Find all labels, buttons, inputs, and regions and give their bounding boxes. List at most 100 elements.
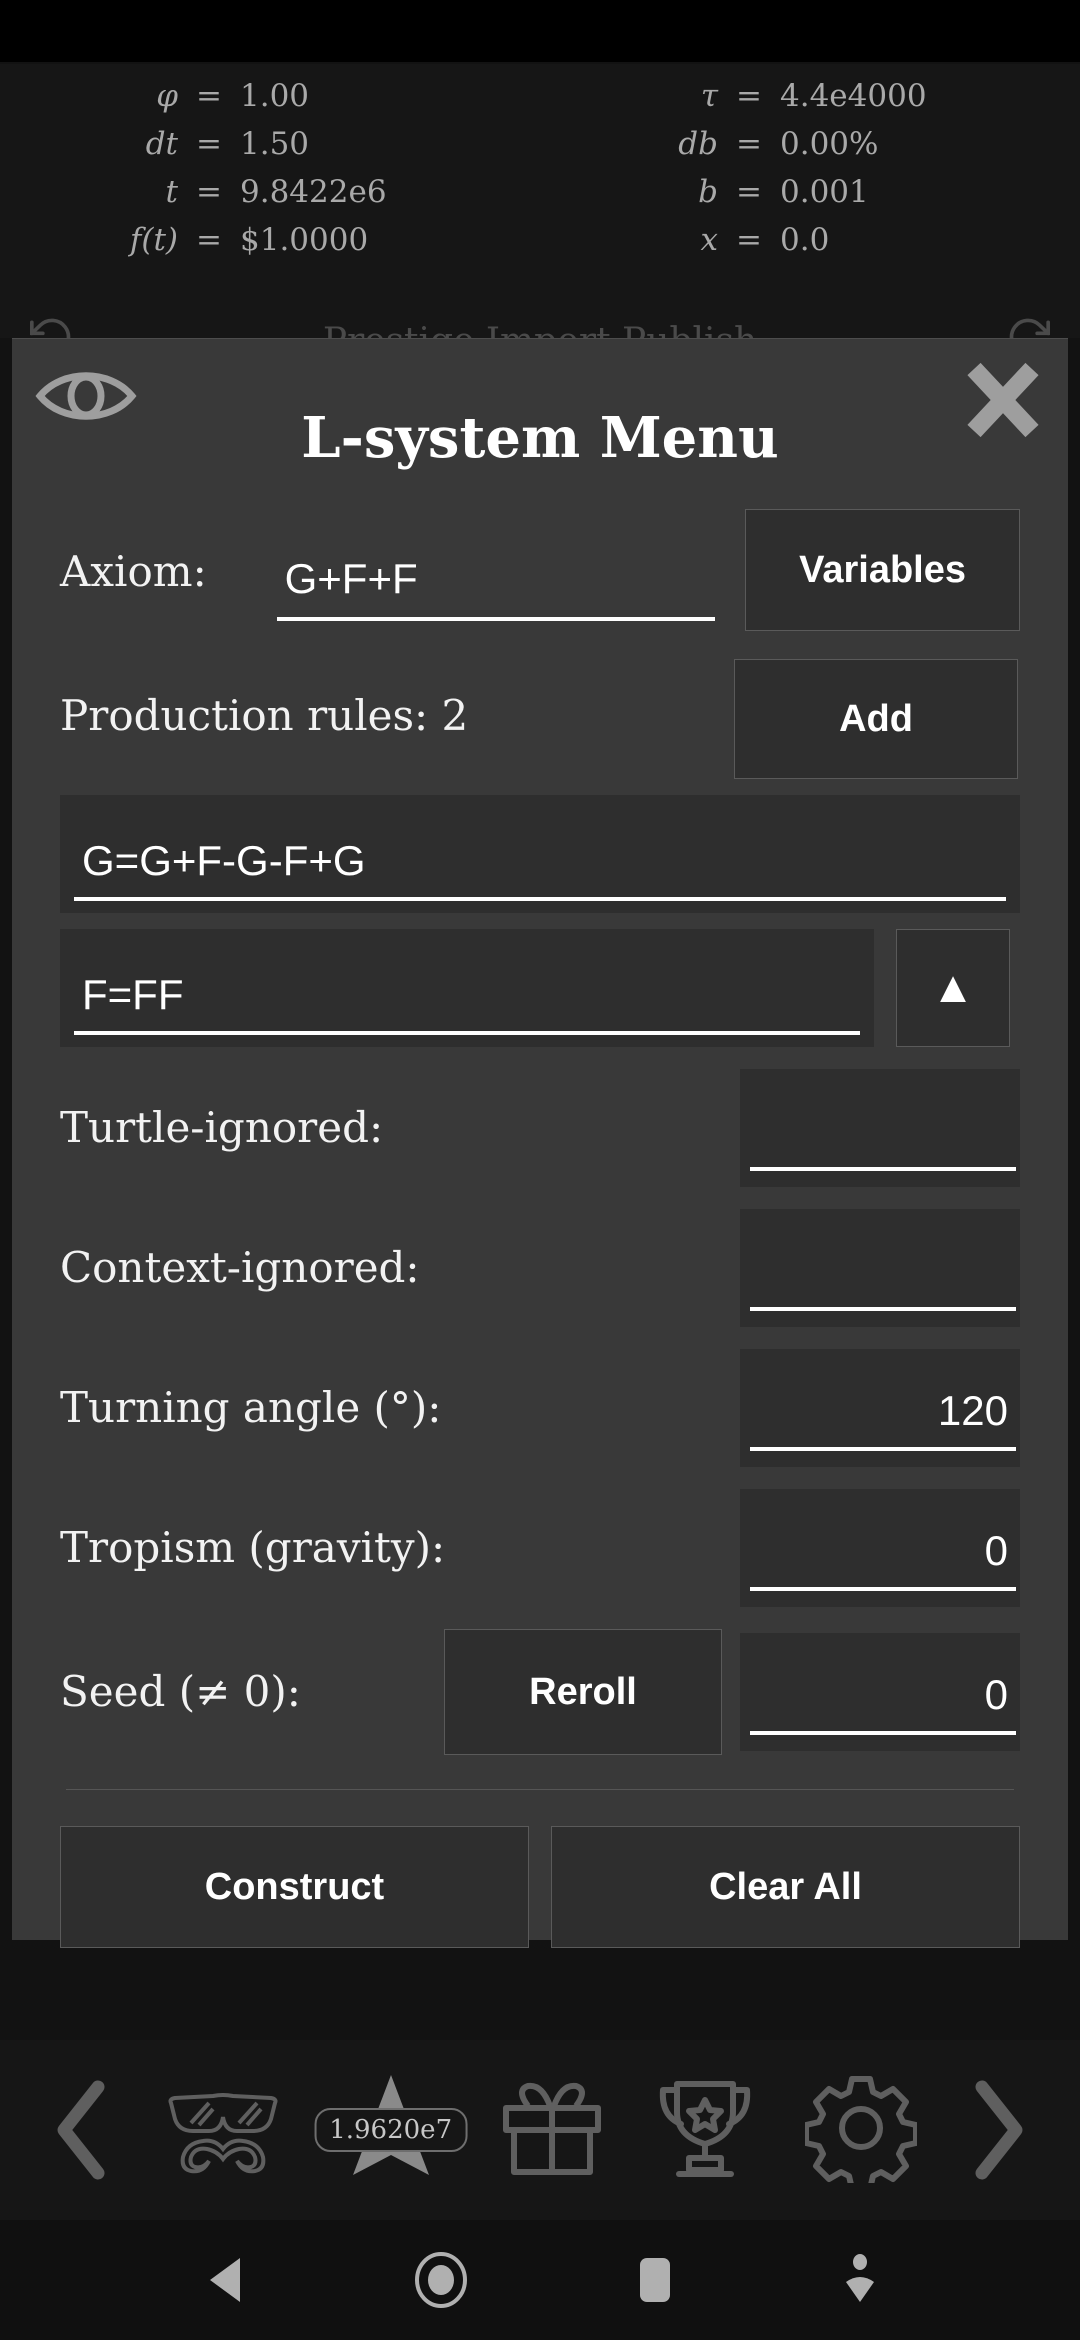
nav-prev-button[interactable] <box>46 2075 116 2185</box>
rule-field-wrap <box>60 795 1020 913</box>
dialog-actions: Construct Clear All <box>60 1826 1020 1948</box>
stat-value: 0.0 <box>780 222 830 258</box>
stats-strip: φ = 1.00 dt = 1.50 t = 9.8422e6 f(t) = $… <box>0 64 1080 310</box>
lsystem-menu-dialog: L-system Menu Axiom: Variables Productio… <box>12 338 1068 1948</box>
stat-key: db <box>678 126 718 162</box>
turtle-ignored-label: Turtle-ignored: <box>60 1103 384 1152</box>
seed-row: Seed (≠ 0): Reroll <box>60 1629 1020 1755</box>
glasses-mustache-icon <box>163 2073 283 2188</box>
stat-equals: = <box>736 222 762 258</box>
stat-equals: = <box>736 78 762 114</box>
tropism-label: Tropism (gravity): <box>60 1523 446 1572</box>
turtle-ignored-row: Turtle-ignored: <box>60 1069 1020 1187</box>
obscured-row-text: Prestige Import Publish <box>323 321 757 339</box>
obscured-action-row: Prestige Import Publish <box>0 310 1080 338</box>
stat-equals: = <box>196 174 222 210</box>
production-rules-row: Production rules: 2 Add <box>60 659 1020 779</box>
refresh-ccw-icon <box>30 315 74 338</box>
stat-row: τ = 4.4e4000 <box>540 78 1080 126</box>
home-circle-icon[interactable] <box>413 2252 469 2308</box>
divider <box>66 1789 1014 1790</box>
nav-item-achievements[interactable] <box>653 2074 757 2187</box>
nav-item-theme[interactable] <box>163 2073 283 2188</box>
add-rule-button[interactable]: Add <box>734 659 1018 779</box>
stat-row: dt = 1.50 <box>0 126 540 174</box>
close-icon[interactable] <box>962 359 1044 441</box>
stat-value: $1.0000 <box>240 222 369 258</box>
stat-key: dt <box>145 126 178 162</box>
context-ignored-input[interactable] <box>750 1247 1016 1311</box>
seed-field-wrap <box>740 1633 1020 1751</box>
axiom-label: Axiom: <box>60 547 207 596</box>
turning-angle-input[interactable] <box>750 1387 1016 1451</box>
keyboard-dismiss-icon[interactable] <box>842 2252 878 2308</box>
stat-equals: = <box>196 222 222 258</box>
stat-key: f(t) <box>129 222 178 258</box>
stat-key: b <box>698 174 718 210</box>
page-title: L-system Menu <box>301 405 779 471</box>
nav-next-button[interactable] <box>964 2075 1034 2185</box>
nav-item-gift[interactable] <box>498 2076 606 2185</box>
status-bar <box>0 0 1080 62</box>
stat-row: x = 0.0 <box>540 222 1080 270</box>
stat-value: 0.001 <box>780 174 869 210</box>
dialog-body: Axiom: Variables Production rules: 2 Add… <box>12 509 1068 1948</box>
stat-key: τ <box>700 78 718 114</box>
trophy-icon <box>653 2074 757 2187</box>
tropism-row: Tropism (gravity): <box>60 1489 1020 1607</box>
dialog-header: L-system Menu <box>12 339 1068 499</box>
rule-row: ▲ <box>60 929 1020 1047</box>
stat-value: 1.50 <box>240 126 310 162</box>
stat-equals: = <box>196 78 222 114</box>
recents-square-icon[interactable] <box>633 2254 677 2306</box>
axiom-field-wrap <box>267 509 726 621</box>
seed-input[interactable] <box>750 1671 1016 1735</box>
stat-equals: = <box>736 126 762 162</box>
chevron-up-icon[interactable]: ▲ <box>896 929 1010 1047</box>
stat-row: t = 9.8422e6 <box>0 174 540 222</box>
turtle-ignored-field-wrap <box>740 1069 1020 1187</box>
refresh-cw-icon <box>1006 315 1050 338</box>
stat-value: 0.00% <box>780 126 879 162</box>
stat-equals: = <box>736 174 762 210</box>
turtle-ignored-input[interactable] <box>750 1107 1016 1171</box>
stat-key: φ <box>156 78 178 114</box>
stat-row: db = 0.00% <box>540 126 1080 174</box>
axiom-row: Axiom: Variables <box>60 509 1020 631</box>
context-ignored-field-wrap <box>740 1209 1020 1327</box>
seed-label: Seed (≠ 0): <box>60 1667 301 1716</box>
stat-row: f(t) = $1.0000 <box>0 222 540 270</box>
stat-row: b = 0.001 <box>540 174 1080 222</box>
stat-key: x <box>700 222 718 258</box>
rule-row <box>60 795 1020 913</box>
star-badge: 1.9620e7 <box>314 2108 468 2152</box>
stat-value: 9.8422e6 <box>240 174 387 210</box>
system-navigation-bar <box>0 2220 1080 2340</box>
rule-input-2[interactable] <box>74 971 860 1035</box>
stat-equals: = <box>196 126 222 162</box>
axiom-input[interactable] <box>276 555 716 621</box>
turning-angle-label: Turning angle (°): <box>60 1383 442 1432</box>
stat-key: t <box>165 174 178 210</box>
context-ignored-label: Context-ignored: <box>60 1243 420 1292</box>
tropism-field-wrap <box>740 1489 1020 1607</box>
nav-item-settings[interactable] <box>802 2073 919 2192</box>
construct-button[interactable]: Construct <box>60 1826 529 1948</box>
clear-all-button[interactable]: Clear All <box>551 1826 1020 1948</box>
gift-icon <box>498 2076 606 2185</box>
variables-button[interactable]: Variables <box>745 509 1020 631</box>
nav-item-star[interactable]: 1.9620e7 <box>314 2069 468 2192</box>
stat-value: 4.4e4000 <box>780 78 927 114</box>
gear-icon <box>802 2073 919 2192</box>
back-triangle-icon[interactable] <box>202 2254 248 2306</box>
reroll-button[interactable]: Reroll <box>444 1629 722 1755</box>
stats-column-right: τ = 4.4e4000 db = 0.00% b = 0.001 x = 0.… <box>540 78 1080 310</box>
stat-value: 1.00 <box>240 78 310 114</box>
stats-column-left: φ = 1.00 dt = 1.50 t = 9.8422e6 f(t) = $… <box>0 78 540 310</box>
production-rules-label: Production rules: 2 <box>60 691 469 740</box>
context-ignored-row: Context-ignored: <box>60 1209 1020 1327</box>
bottom-navigation-bar: 1.9620e7 <box>0 2040 1080 2220</box>
tropism-input[interactable] <box>750 1527 1016 1591</box>
rule-input-1[interactable] <box>74 837 1006 901</box>
rule-field-wrap <box>60 929 874 1047</box>
